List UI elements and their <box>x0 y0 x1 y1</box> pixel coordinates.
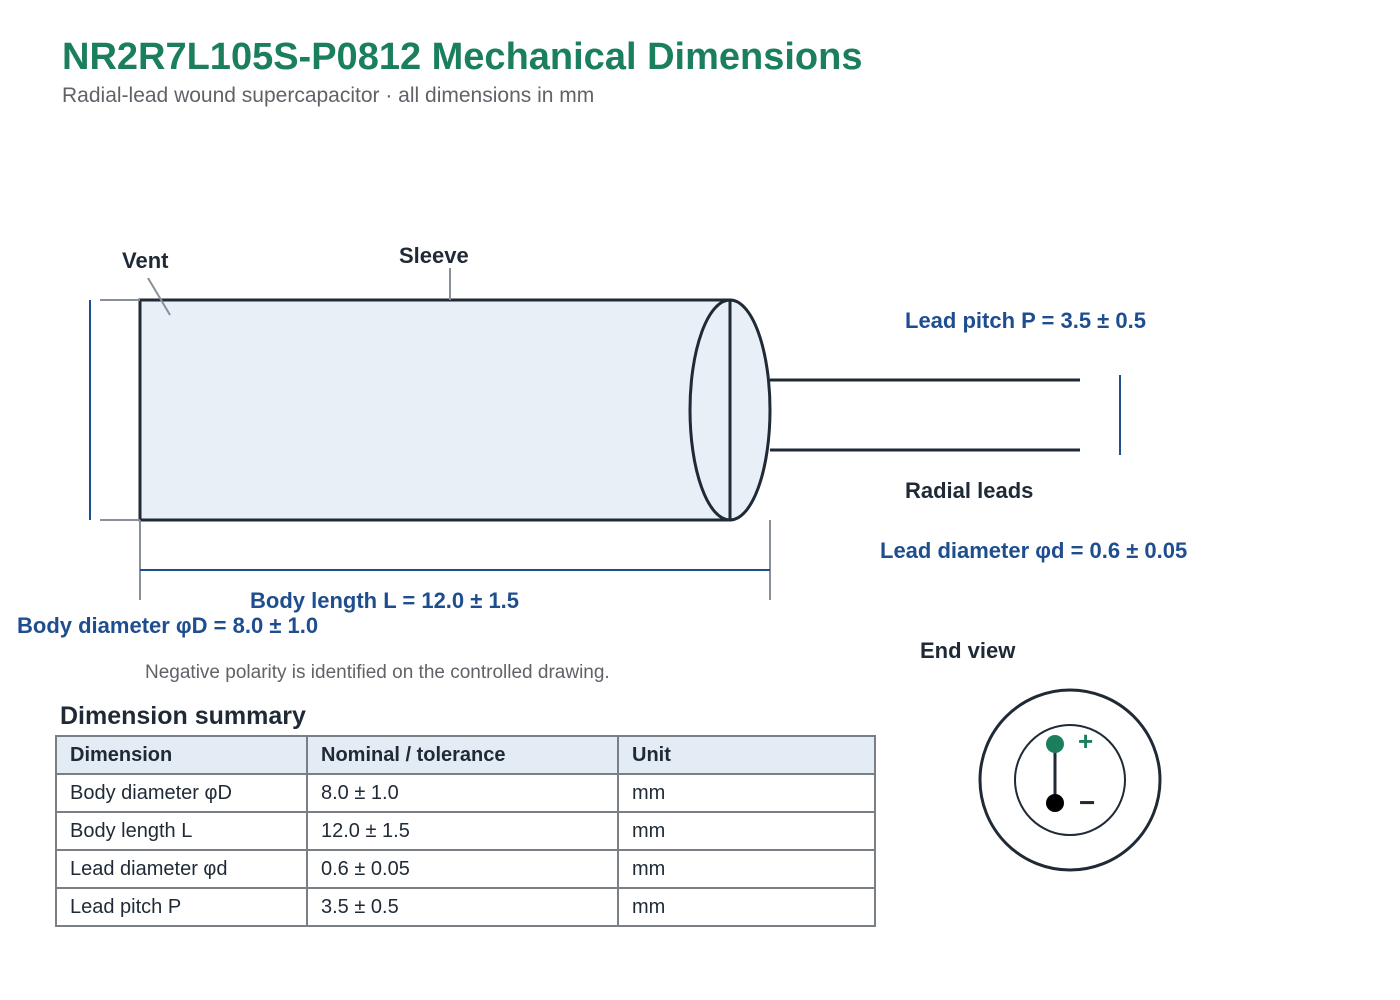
column-header-dimension: Dimension <box>55 735 308 775</box>
end-view-label: End view <box>920 638 1016 663</box>
body-length-label: Body length L = 12.0 ± 1.5 <box>250 588 519 613</box>
cell-unit: mm <box>617 773 876 813</box>
cell-nominal: 0.6 ± 0.05 <box>306 849 619 889</box>
cell-dimension: Lead pitch P <box>55 887 308 927</box>
body-diameter-label: Body diameter φD = 8.0 ± 1.0 <box>17 613 318 638</box>
column-header-nominal: Nominal / tolerance <box>306 735 619 775</box>
table-row: Lead pitch P 3.5 ± 0.5 mm <box>55 887 876 927</box>
dimension-summary-table: Dimension Nominal / tolerance Unit Body … <box>55 735 876 927</box>
cell-unit: mm <box>617 887 876 927</box>
sleeve-label: Sleeve <box>399 243 469 268</box>
cell-nominal: 3.5 ± 0.5 <box>306 887 619 927</box>
lead-diameter-label: Lead diameter φd = 0.6 ± 0.05 <box>880 538 1187 563</box>
polarity-note: Negative polarity is identified on the c… <box>145 662 610 683</box>
cell-dimension: Body diameter φD <box>55 773 308 813</box>
summary-heading: Dimension summary <box>60 702 306 730</box>
cell-unit: mm <box>617 811 876 851</box>
minus-sign: − <box>1079 787 1095 818</box>
lead-pitch-label: Lead pitch P = 3.5 ± 0.5 <box>905 308 1146 333</box>
radial-leads-label: Radial leads <box>905 478 1033 503</box>
cell-dimension: Body length L <box>55 811 308 851</box>
cell-nominal: 12.0 ± 1.5 <box>306 811 619 851</box>
cell-dimension: Lead diameter φd <box>55 849 308 889</box>
column-header-unit: Unit <box>617 735 876 775</box>
table-row: Body length L 12.0 ± 1.5 mm <box>55 811 876 851</box>
table-row: Body diameter φD 8.0 ± 1.0 mm <box>55 773 876 813</box>
table-row: Lead diameter φd 0.6 ± 0.05 mm <box>55 849 876 889</box>
end-view-inner-circle <box>1014 724 1126 836</box>
vent-label: Vent <box>122 248 169 273</box>
table-header-row: Dimension Nominal / tolerance Unit <box>55 735 876 775</box>
capacitor-body <box>138 298 732 522</box>
plus-sign: + <box>1078 726 1093 756</box>
cell-nominal: 8.0 ± 1.0 <box>306 773 619 813</box>
cell-unit: mm <box>617 849 876 889</box>
positive-lead-dot <box>1046 735 1064 753</box>
negative-lead-dot <box>1046 794 1064 812</box>
